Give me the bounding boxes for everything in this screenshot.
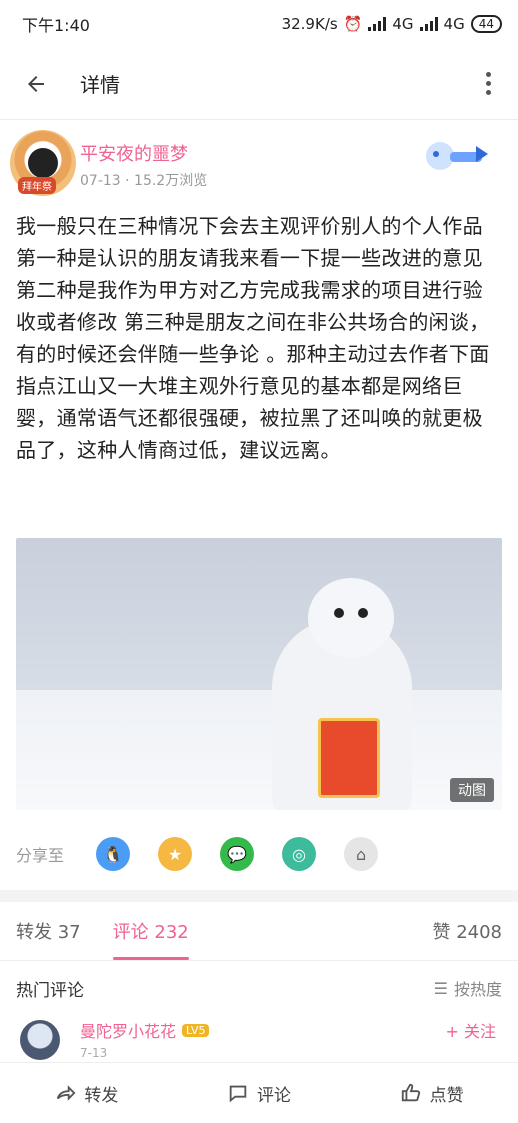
commenter-name-row: 曼陀罗小花花 LV5 [80,1018,210,1042]
moments-icon[interactable]: ◎ [282,837,317,871]
like-button[interactable]: 点赞 [400,1081,464,1106]
page-title: 详情 [80,73,120,97]
author-header: 拜年祭 平安夜的噩梦 07-13 · 15.2万浏览 [0,124,518,204]
repost-button[interactable]: 转发 [54,1081,118,1106]
menu-lines-icon: ☰ [433,978,448,998]
signal-icon-2 [419,17,438,31]
level-badge: LV5 [182,1023,210,1037]
tab-likes[interactable]: 赞 2408 [432,918,518,944]
interaction-tabs: 转发 37 评论 232 赞 2408 [0,902,518,961]
owl-eye-right [358,608,368,618]
snow-ground [16,690,502,810]
share-row: 分享至 🐧 ★ 💬 ◎ ⌂ [16,830,502,878]
follow-button[interactable]: + 关注 [446,1018,497,1042]
signal-icon [368,17,387,31]
repost-label: 转发 [84,1085,119,1106]
network-type-1: 4G [392,15,414,33]
tab-repost[interactable]: 转发 37 [0,902,97,960]
qzone-icon[interactable]: ★ [158,837,193,871]
comment-label: 评论 [256,1085,291,1106]
mascot-icon [426,142,488,170]
red-envelope [318,718,380,798]
alarm-icon: ⏰ [343,15,363,33]
avatar-badge: 拜年祭 [18,177,56,194]
owl-head [308,578,394,658]
avatar-image [28,148,58,178]
author-avatar[interactable]: 拜年祭 [10,130,76,196]
post-gif[interactable]: 动图 [16,538,502,810]
author-name[interactable]: 平安夜的噩梦 [80,140,188,166]
sort-button[interactable]: ☰ 按热度 [434,976,502,1000]
weibo-icon[interactable]: ⌂ [344,837,379,871]
comment-time: 7-13 [80,1046,108,1060]
battery-icon: 44 [470,15,502,33]
like-label: 点赞 [429,1085,464,1106]
commenter-name[interactable]: 曼陀罗小花花 [80,1018,176,1042]
share-arrow-icon [57,1085,76,1101]
qq-icon[interactable]: 🐧 [96,837,131,871]
owl-eye-left [334,608,344,618]
comment-button[interactable]: 评论 [227,1081,291,1106]
back-button[interactable] [18,66,54,102]
tab-comment[interactable]: 评论 232 [97,902,205,960]
bottom-action-bar: 转发 评论 点赞 [0,1062,518,1123]
post-text: 我一般只在三种情况下会去主观评价别人的个人作品 第一种是认识的朋友请我来看一下提… [16,214,490,462]
thumbs-up-icon [401,1083,420,1102]
section-divider [0,890,518,902]
hot-comments-header: 热门评论 ☰ 按热度 [16,970,502,1006]
sort-label: 按热度 [453,980,502,999]
commenter-avatar[interactable] [20,1020,60,1060]
hot-comments-label: 热门评论 [16,980,84,1001]
comment-bubble-icon [229,1085,247,1103]
post-meta: 07-13 · 15.2万浏览 [80,173,208,189]
arrow-left-icon [28,75,44,92]
gif-badge: 动图 [450,778,494,802]
share-label: 分享至 [16,846,65,865]
more-options-button[interactable] [476,66,500,102]
status-indicators: 32.9K/s ⏰ 4G 4G 44 [282,15,502,33]
status-time: 下午1:40 [22,16,90,35]
status-speed: 32.9K/s [281,15,338,33]
wechat-icon[interactable]: 💬 [220,837,255,871]
status-bar: 下午1:40 32.9K/s ⏰ 4G 4G 44 [0,0,518,48]
comment-item: 曼陀罗小花花 LV5 7-13 + 关注 [0,1012,518,1064]
network-type-2: 4G [443,15,465,33]
top-navigation-bar: 详情 [0,48,518,120]
